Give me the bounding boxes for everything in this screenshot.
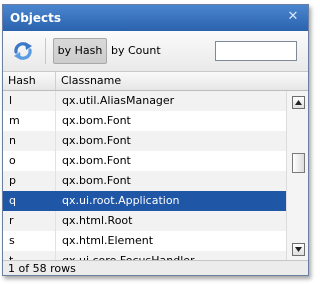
- chevron-up-icon: [295, 100, 302, 105]
- toolbar: by Hash by Count: [3, 31, 308, 72]
- table-row[interactable]: t qx.ui.core.FocusHandler: [3, 251, 286, 260]
- column-header-hash[interactable]: Hash: [3, 72, 56, 90]
- classname-cell: qx.html.Root: [62, 214, 133, 227]
- objects-window: Objects ✕ by Hash by Count Hash Classnam…: [2, 4, 309, 276]
- classname-cell: qx.ui.core.FocusHandler: [56, 251, 286, 260]
- table-row[interactable]: l qx.util.AliasManager: [3, 91, 286, 111]
- hash-cell: m: [3, 111, 56, 131]
- scroll-down-button[interactable]: [292, 243, 305, 256]
- hash-cell: p: [3, 171, 56, 191]
- table-row[interactable]: s qx.html.Element: [3, 231, 286, 251]
- hash-cell: n: [3, 131, 56, 151]
- scroll-up-button[interactable]: [292, 96, 305, 109]
- scrollbar-thumb[interactable]: [292, 153, 305, 173]
- classname-cell: qx.bom.Font: [62, 134, 131, 147]
- reload-icon: [14, 42, 32, 60]
- vertical-scrollbar[interactable]: [286, 91, 308, 260]
- chevron-down-icon: [295, 247, 302, 252]
- table-row-selected[interactable]: q qx.ui.root.Application: [3, 191, 286, 211]
- table-header: Hash Classname: [3, 72, 308, 91]
- tab-by-hash[interactable]: by Hash: [53, 38, 107, 64]
- objects-table: Hash Classname l qx.util.AliasManager m …: [3, 72, 308, 260]
- table-body: l qx.util.AliasManager m qx.bom.Font n q…: [3, 91, 286, 260]
- hash-cell: l: [3, 91, 56, 111]
- toolbar-separator: [45, 38, 46, 64]
- classname-cell: qx.html.Element: [62, 234, 154, 247]
- hash-cell: s: [3, 231, 56, 251]
- filter-input[interactable]: [215, 41, 297, 61]
- table-row[interactable]: m qx.bom.Font: [3, 111, 286, 131]
- classname-cell: qx.ui.root.Application: [62, 194, 180, 207]
- tab-by-count[interactable]: by Count: [111, 38, 191, 64]
- reload-button[interactable]: [11, 39, 35, 63]
- title-bar[interactable]: Objects ✕: [3, 5, 308, 31]
- table-row[interactable]: n qx.bom.Font: [3, 131, 286, 151]
- hash-cell: r: [3, 211, 56, 231]
- table-row[interactable]: p qx.bom.Font: [3, 171, 286, 191]
- column-header-classname[interactable]: Classname: [56, 72, 286, 90]
- table-row[interactable]: r qx.html.Root: [3, 211, 286, 231]
- hash-cell: o: [3, 151, 56, 171]
- classname-cell: qx.bom.Font: [62, 154, 131, 167]
- classname-cell: qx.bom.Font: [62, 114, 131, 127]
- status-bar: 1 of 58 rows: [3, 260, 308, 275]
- hash-cell: t: [3, 251, 56, 260]
- classname-cell: qx.util.AliasManager: [62, 94, 175, 107]
- table-row[interactable]: o qx.bom.Font: [3, 151, 286, 171]
- classname-cell: qx.bom.Font: [62, 174, 131, 187]
- window-title: Objects: [10, 11, 62, 25]
- hash-cell: q: [3, 191, 56, 211]
- close-icon[interactable]: ✕: [286, 10, 300, 24]
